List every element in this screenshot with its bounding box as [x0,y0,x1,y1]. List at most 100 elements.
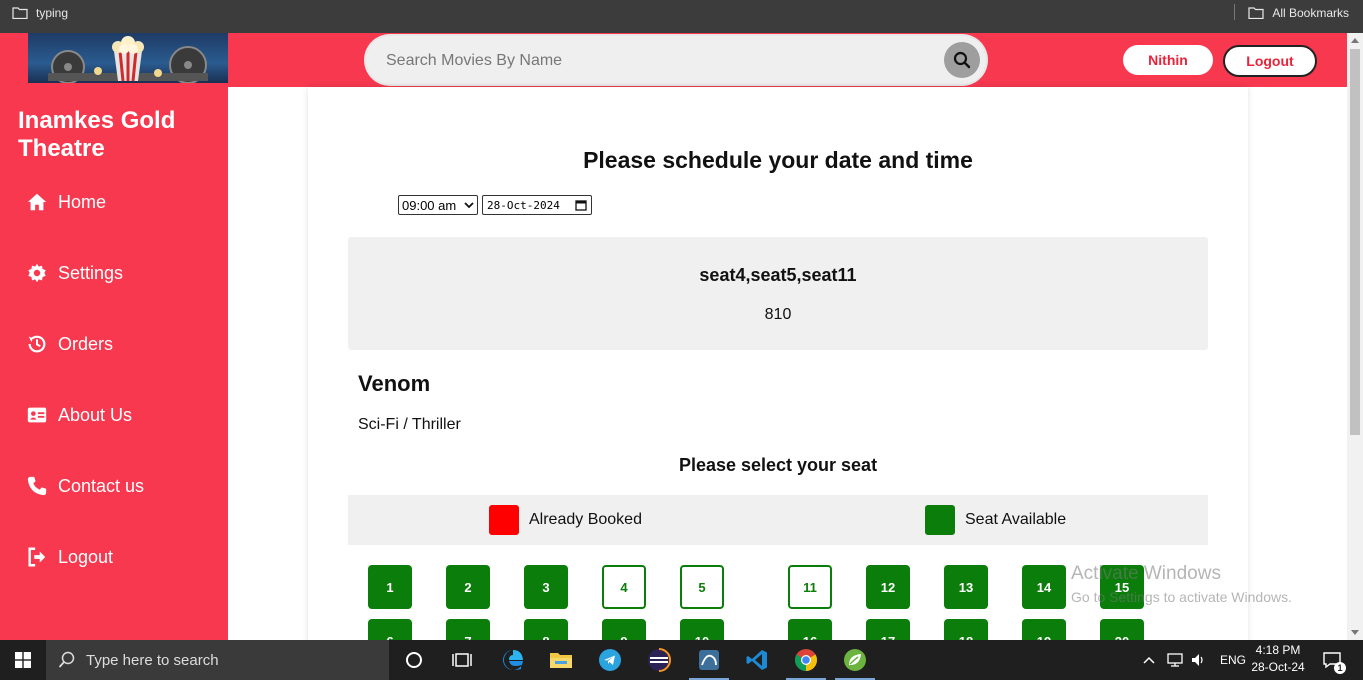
all-bookmarks-button[interactable]: All Bookmarks [1248,0,1349,25]
seat-select-heading: Please select your seat [678,455,878,475]
booking-summary: seat4,seat5,seat11 810 [348,237,1208,350]
notification-count-badge: 1 [1334,662,1346,674]
sidebar-item-label: Contact us [58,475,145,496]
seat-button-5[interactable]: 5 [680,565,724,609]
sidebar-item-label: Orders [58,333,114,354]
activate-windows-title: Activate Windows [1071,563,1221,584]
gear-icon [28,263,46,283]
search-input[interactable] [384,46,928,76]
folder-icon [1248,6,1264,19]
sidebar-item-home[interactable]: Home [26,191,106,213]
popcorn-film-logo-image [48,36,208,83]
windows-taskbar: Type here to search ENG 4:18 PM 28-Oct-2… [0,640,1363,680]
windows-logo-icon [15,652,31,668]
bookmarks-divider [1234,4,1235,20]
telegram-icon [599,649,621,671]
seat-legend: Already Booked Seat Available [348,495,1208,545]
seat-button-11[interactable]: 11 [788,565,832,609]
main-content: Please schedule your date and time 09:00… [228,87,1347,663]
header-logout-button[interactable]: Logout [1223,45,1317,77]
seat-button-13[interactable]: 13 [944,565,988,609]
volume-icon[interactable] [1190,652,1206,668]
seat-button-4[interactable]: 4 [602,565,646,609]
movie-title: Venom [358,371,431,396]
taskbar-app-mysql-workbench[interactable] [685,640,733,680]
legend-available-label: Seat Available [965,511,1067,528]
cortana-icon [406,652,422,668]
taskbar-app-chrome[interactable] [782,640,830,680]
network-icon[interactable] [1166,652,1184,668]
home-icon [27,193,47,211]
date-value: 28-Oct-2024 [487,198,560,212]
folder-icon [12,6,28,19]
search-button[interactable] [944,42,980,78]
scroll-up-arrow[interactable] [1351,38,1359,43]
movie-genre: Sci-Fi / Thriller [358,416,461,433]
start-button[interactable] [0,640,46,680]
taskbar-app-eclipse[interactable] [635,640,683,680]
seat-button-3[interactable]: 3 [524,565,568,609]
taskbar-search[interactable]: Type here to search [46,640,389,680]
seat-button-2[interactable]: 2 [446,565,490,609]
schedule-heading: Please schedule your date and time [583,147,973,173]
sidebar-item-contact-us[interactable]: Contact us [26,475,144,497]
all-bookmarks-label: All Bookmarks [1272,5,1349,20]
logout-icon [28,547,46,567]
sidebar-item-label: Settings [58,262,124,283]
seat-button-1[interactable]: 1 [368,565,412,609]
sidebar-item-settings[interactable]: Settings [26,262,123,284]
date-input[interactable]: 28-Oct-2024 [482,195,592,215]
search-icon [953,51,971,69]
clock-time: 4:18 PM [1255,643,1301,657]
taskbar-app-spring-tool-suite[interactable] [831,640,879,680]
id-card-icon [27,407,47,423]
legend-booked: Already Booked [489,505,642,535]
user-profile-button[interactable]: Nithin [1123,45,1213,75]
sidebar-item-logout[interactable]: Logout [26,546,113,568]
chrome-icon [795,649,817,671]
notification-center-button[interactable]: 1 [1322,640,1346,680]
legend-available: Seat Available [925,505,1066,535]
search-icon [58,651,75,668]
system-tray: ENG [1142,640,1246,680]
sidebar-item-label: Logout [58,546,114,567]
bookmark-folder-label: typing [36,5,69,20]
calendar-icon[interactable] [575,199,587,211]
history-icon [28,335,46,353]
page-scrollbar[interactable] [1347,33,1363,640]
legend-booked-label: Already Booked [529,511,642,528]
taskbar-app-vscode[interactable] [733,640,781,680]
taskbar-app-file-explorer[interactable] [537,640,585,680]
sidebar-item-label: About Us [58,404,133,425]
bookmark-folder-typing[interactable]: typing [12,0,68,25]
sidebar-item-about-us[interactable]: About Us [26,404,132,426]
chevron-up-icon[interactable] [1142,655,1156,665]
theatre-name: Inamkes Gold Theatre [18,107,176,162]
seat-button-14[interactable]: 14 [1022,565,1066,609]
edge-browser-icon [503,650,523,671]
chevron-down-icon [464,202,474,209]
task-view-button[interactable] [438,640,486,680]
sidebar-item-label: Home [58,191,107,212]
file-explorer-icon [550,653,572,668]
total-price: 810 [764,306,792,323]
time-select[interactable]: 09:00 am [398,195,478,215]
seat-button-12[interactable]: 12 [866,565,910,609]
sidebar-item-orders[interactable]: Orders [26,333,113,355]
taskbar-app-telegram[interactable] [586,640,634,680]
cortana-button[interactable] [390,640,438,680]
available-swatch [925,505,955,535]
taskbar-search-placeholder: Type here to search [86,651,219,669]
movie-search-bar [366,36,986,84]
time-value: 09:00 am [402,197,457,213]
clock-date: 28-Oct-24 [1251,660,1305,674]
scroll-thumb[interactable] [1350,49,1360,435]
taskbar-app-edge[interactable] [489,640,537,680]
cinema-logo[interactable] [28,33,228,83]
eclipse-icon [648,648,671,672]
vscode-icon [746,650,767,670]
bookmarks-bar: typing All Bookmarks [0,0,1363,33]
taskbar-clock[interactable]: 4:18 PM 28-Oct-24 [1248,642,1308,676]
language-indicator[interactable]: ENG [1220,653,1246,667]
scroll-down-arrow[interactable] [1351,630,1359,635]
